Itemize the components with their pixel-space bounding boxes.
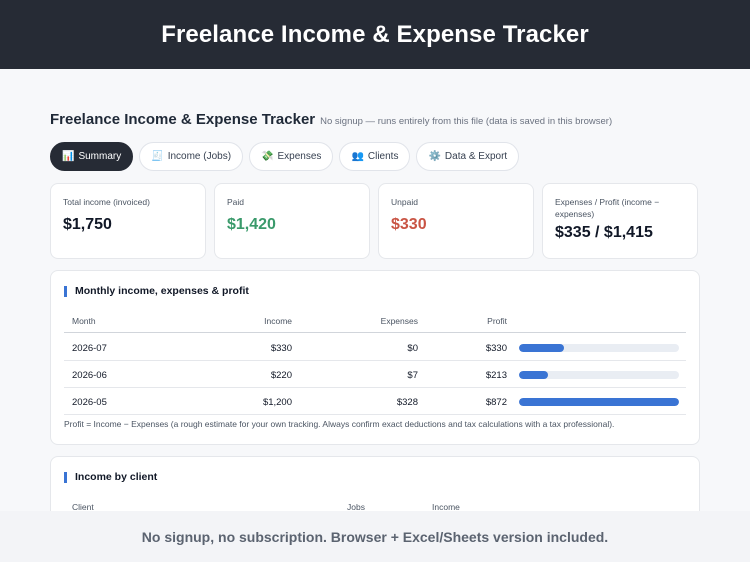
profit-bar-fill xyxy=(519,398,679,406)
footer-text: No signup, no subscription. Browser + Ex… xyxy=(141,528,609,545)
table-row: 2026-07 $330 $0 $330 xyxy=(64,334,686,361)
column-header-jobs: Jobs xyxy=(347,502,365,511)
cell-month: 2026-07 xyxy=(72,343,107,354)
profit-bar xyxy=(519,398,679,406)
cell-expenses: $7 xyxy=(407,370,418,381)
card-value: $335 / $1,415 xyxy=(555,224,653,241)
table-row: 2026-05 $1,200 $328 $872 xyxy=(64,388,686,415)
income-by-client-panel: Income by client Client Jobs Income xyxy=(50,456,700,511)
tab-label: Clients xyxy=(367,151,399,162)
card-label: Expenses / Profit (income − expenses) xyxy=(555,197,660,219)
banner-title: Freelance Income & Expense Tracker xyxy=(161,20,589,48)
card-total-income: Total income (invoiced) $1,750 xyxy=(50,183,206,259)
tab-expenses[interactable]: 💸 Expenses xyxy=(249,142,334,171)
tab-data-export[interactable]: ⚙️ Data & Export xyxy=(416,142,520,171)
cell-income: $220 xyxy=(270,370,292,381)
table-header: Client Jobs Income xyxy=(64,493,686,511)
tab-summary[interactable]: 📊 Summary xyxy=(50,142,134,171)
card-unpaid: Unpaid $330 xyxy=(378,183,534,259)
card-value: $1,420 xyxy=(227,216,276,233)
table-header: Month Income Expenses Profit xyxy=(64,307,686,333)
promo-footer: No signup, no subscription. Browser + Ex… xyxy=(0,511,750,562)
money-wings-icon: 💸 xyxy=(261,151,274,162)
tab-label: Summary xyxy=(78,151,122,162)
people-icon: 👥 xyxy=(351,151,364,162)
receipt-icon: 🧾 xyxy=(151,151,164,162)
tab-label: Income (Jobs) xyxy=(167,151,232,162)
summary-cards: Total income (invoiced) $1,750 Paid $1,4… xyxy=(50,183,698,259)
tab-income-jobs[interactable]: 🧾 Income (Jobs) xyxy=(139,142,244,171)
column-header-expenses: Expenses xyxy=(380,316,418,326)
cell-profit: $213 xyxy=(485,370,507,381)
tab-label: Expenses xyxy=(277,151,322,162)
bar-chart-icon: 📊 xyxy=(62,151,75,162)
column-header-profit: Profit xyxy=(487,316,507,326)
page-subtitle: No signup — runs entirely from this file… xyxy=(320,116,613,127)
app-header: Freelance Income & Expense Tracker No si… xyxy=(50,111,612,128)
cell-profit: $872 xyxy=(485,397,507,408)
gear-icon: ⚙️ xyxy=(428,151,441,162)
card-paid: Paid $1,420 xyxy=(214,183,370,259)
profit-bar-fill xyxy=(519,371,548,379)
card-label: Total income (invoiced) xyxy=(63,197,150,207)
cell-month: 2026-06 xyxy=(72,370,107,381)
tab-clients[interactable]: 👥 Clients xyxy=(339,142,411,171)
column-header-client: Client xyxy=(72,502,94,511)
profit-bar xyxy=(519,344,679,352)
tracker-app: Freelance Income & Expense Tracker No si… xyxy=(0,69,750,511)
cell-month: 2026-05 xyxy=(72,397,107,408)
cell-expenses: $328 xyxy=(396,397,418,408)
profit-note: Profit = Income − Expenses (a rough esti… xyxy=(64,419,615,429)
table-row: 2026-06 $220 $7 $213 xyxy=(64,361,686,388)
promo-banner: Freelance Income & Expense Tracker xyxy=(0,0,750,69)
card-value: $1,750 xyxy=(63,216,112,233)
cell-expenses: $0 xyxy=(407,343,418,354)
card-value: $330 xyxy=(391,216,427,233)
profit-bar-fill xyxy=(519,344,564,352)
card-label: Paid xyxy=(227,197,245,207)
section-title: Monthly income, expenses & profit xyxy=(64,286,249,297)
section-title: Income by client xyxy=(64,472,157,483)
column-header-income: Income xyxy=(432,502,460,511)
page-title: Freelance Income & Expense Tracker xyxy=(50,111,316,128)
card-expenses-profit: Expenses / Profit (income − expenses) $3… xyxy=(542,183,698,259)
monthly-panel: Monthly income, expenses & profit Month … xyxy=(50,270,700,445)
card-label: Unpaid xyxy=(391,197,418,207)
column-header-income: Income xyxy=(264,316,292,326)
column-header-month: Month xyxy=(72,316,96,326)
tab-label: Data & Export xyxy=(444,151,508,162)
cell-income: $1,200 xyxy=(262,397,292,408)
profit-bar xyxy=(519,371,679,379)
cell-income: $330 xyxy=(270,343,292,354)
tab-bar: 📊 Summary 🧾 Income (Jobs) 💸 Expenses 👥 C… xyxy=(50,142,520,171)
cell-profit: $330 xyxy=(485,343,507,354)
